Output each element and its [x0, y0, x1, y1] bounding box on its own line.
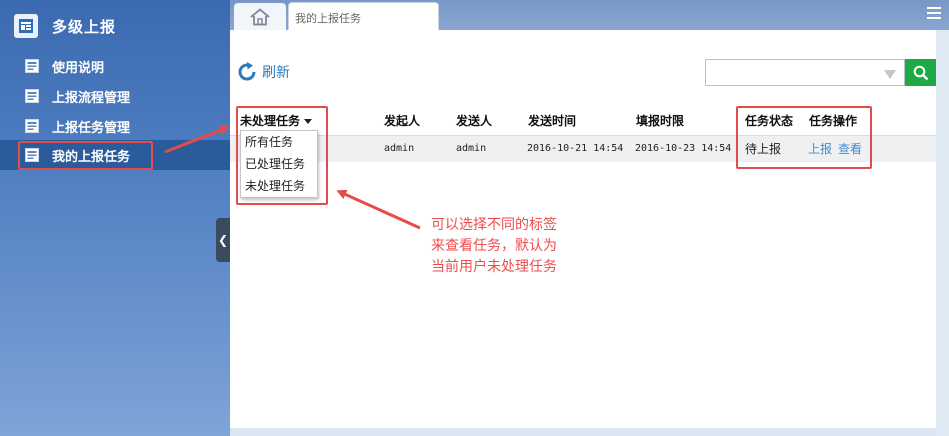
- annotation-note: 可以选择不同的标签 来查看任务，默认为 当前用户未处理任务: [431, 217, 557, 275]
- arrow-from-note: [336, 189, 421, 230]
- task-filter-menu: 所有任务 已处理任务 未处理任务: [240, 130, 318, 198]
- arrow-to-filter: [164, 125, 230, 154]
- filter-option-all[interactable]: 所有任务: [241, 131, 317, 153]
- filter-option-unprocessed[interactable]: 未处理任务: [241, 175, 317, 197]
- filter-option-processed[interactable]: 已处理任务: [241, 153, 317, 175]
